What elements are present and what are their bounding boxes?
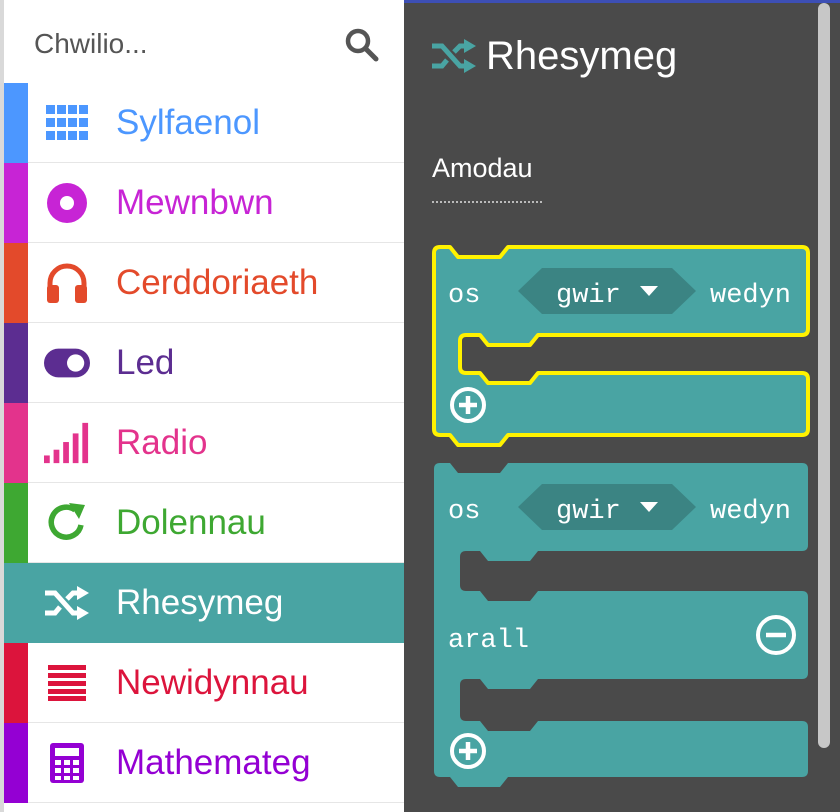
shuffle-icon xyxy=(44,581,90,625)
category-mewnbwn[interactable]: Mewnbwn xyxy=(4,163,404,243)
then-label: wedyn xyxy=(710,497,791,527)
category-label: Newidynnau xyxy=(116,663,309,702)
category-rhesymeg[interactable]: Rhesymeg xyxy=(4,563,404,643)
refresh-icon xyxy=(44,501,90,545)
block-flyout: Rhesymeg Amodau os gwir wedyn os gwir we… xyxy=(404,3,840,812)
signal-bars-icon xyxy=(44,421,90,465)
dropdown-value: gwir xyxy=(556,497,621,527)
category-label: Mathemateg xyxy=(116,743,311,782)
category-label: Radio xyxy=(116,423,208,462)
category-cerddoriaeth[interactable]: Cerddoriaeth xyxy=(4,243,404,323)
headphones-icon xyxy=(44,261,90,305)
category-color-stripe xyxy=(4,483,28,563)
flyout-scrollbar[interactable] xyxy=(818,3,830,748)
category-dolennau[interactable]: Dolennau xyxy=(4,483,404,563)
category-label: Dolennau xyxy=(116,503,266,542)
category-label: Led xyxy=(116,343,175,382)
category-led[interactable]: Led xyxy=(4,323,404,403)
blocks-canvas: os gwir wedyn os gwir wedyn arall xyxy=(432,245,810,787)
category-label: Rhesymeg xyxy=(116,583,284,622)
grid-icon xyxy=(44,101,90,145)
if-label: os xyxy=(448,497,480,527)
category-label: Sylfaenol xyxy=(116,103,260,142)
condition-dropdown[interactable]: gwir xyxy=(518,268,696,314)
condition-dropdown[interactable]: gwir xyxy=(518,484,696,530)
category-color-stripe xyxy=(4,323,28,403)
category-sylfaenol[interactable]: Sylfaenol xyxy=(4,83,404,163)
else-label: arall xyxy=(448,626,529,656)
category-color-stripe xyxy=(4,243,28,323)
search-input[interactable] xyxy=(34,21,334,67)
input-circle-icon xyxy=(44,181,90,225)
category-mathemateg[interactable]: Mathemateg xyxy=(4,723,404,803)
category-color-stripe xyxy=(4,643,28,723)
list-lines-icon xyxy=(44,661,90,705)
toolbox: Sylfaenol Mewnbwn Cerddoriaeth xyxy=(0,0,404,812)
if-label: os xyxy=(448,281,480,311)
category-label: Cerddoriaeth xyxy=(116,263,319,302)
category-color-stripe xyxy=(4,723,28,803)
dropdown-value: gwir xyxy=(556,281,621,311)
calculator-icon xyxy=(44,741,90,785)
if-then-else-block[interactable]: os gwir wedyn arall xyxy=(434,463,808,787)
search-icon[interactable] xyxy=(344,27,380,63)
category-color-stripe xyxy=(4,403,28,483)
if-then-block[interactable]: os gwir wedyn xyxy=(432,245,810,447)
search-box xyxy=(4,3,404,83)
then-label: wedyn xyxy=(710,281,791,311)
category-label: Mewnbwn xyxy=(116,183,274,222)
category-newidynnau[interactable]: Newidynnau xyxy=(4,643,404,723)
toggle-icon xyxy=(44,341,90,385)
category-radio[interactable]: Radio xyxy=(4,403,404,483)
category-color-stripe xyxy=(4,83,28,163)
category-color-stripe xyxy=(4,163,28,243)
